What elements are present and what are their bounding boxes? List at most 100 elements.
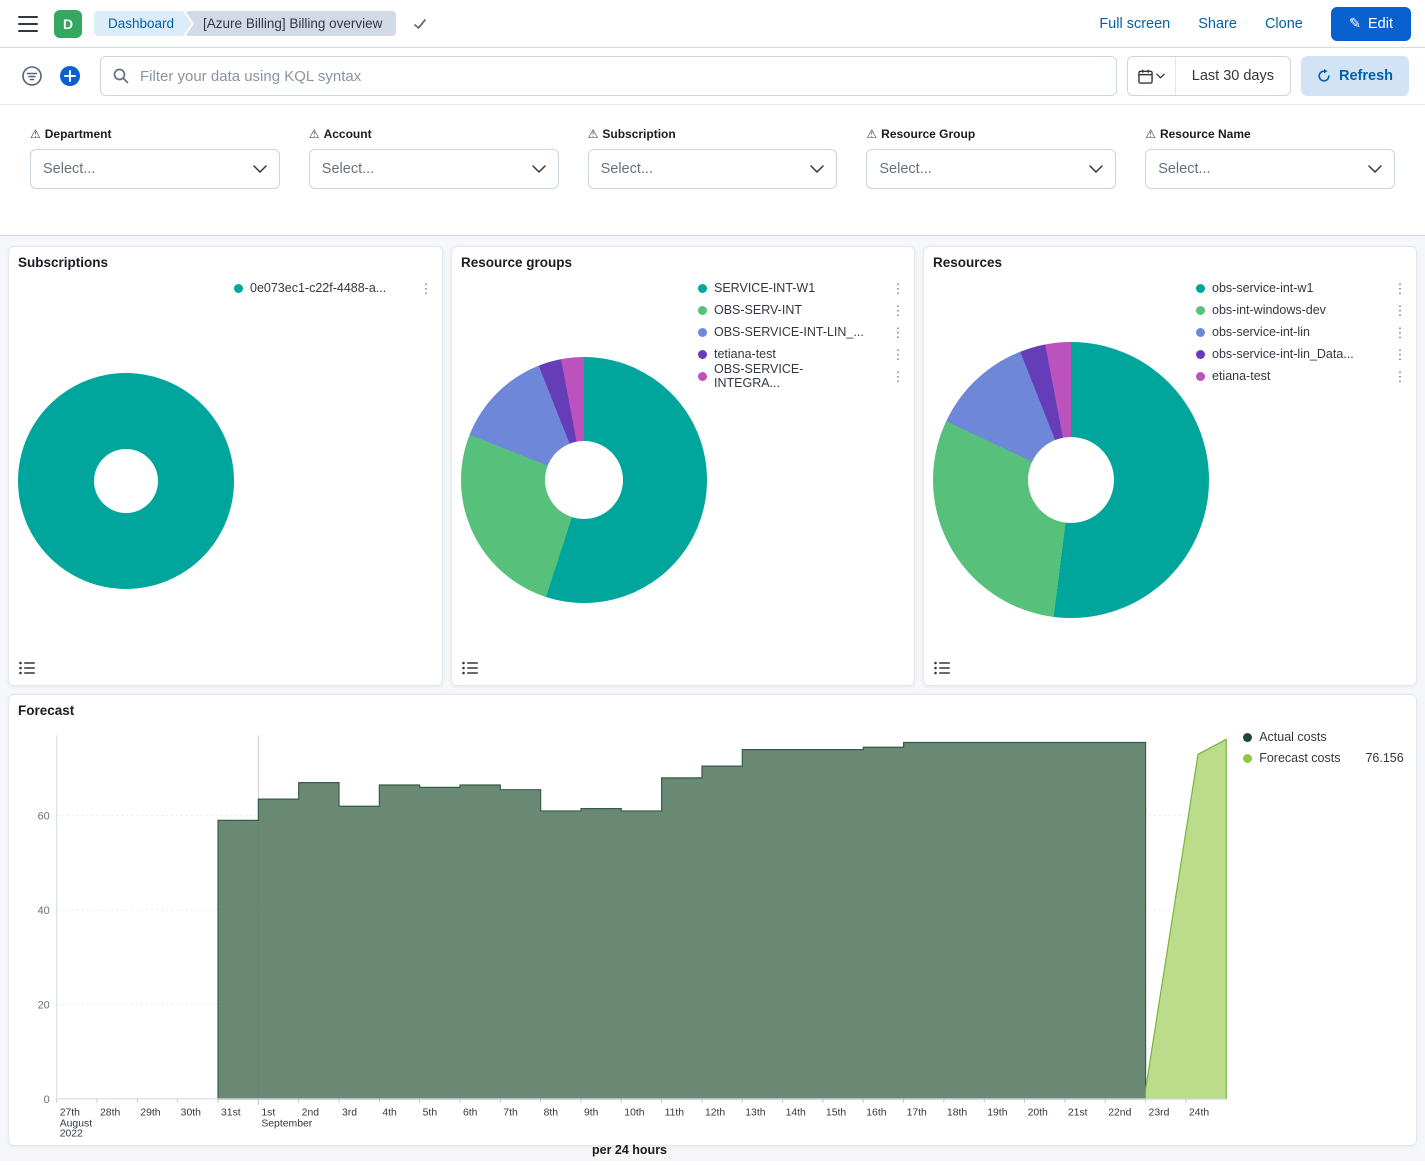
svg-text:29th: 29th xyxy=(140,1108,160,1119)
dashboard-filter-controls: ⚠ Department Select... ⚠ Account Select.… xyxy=(0,105,1425,236)
list-icon xyxy=(462,661,478,675)
filter-group-department: ⚠ Department Select... xyxy=(30,127,280,189)
legend-kebab-menu-icon[interactable]: ⋮ xyxy=(890,348,906,361)
header-actions: Full screen Share Clone ✎ Edit xyxy=(1099,7,1411,41)
svg-text:21st: 21st xyxy=(1068,1108,1088,1119)
donut-hole xyxy=(1028,437,1114,523)
legend-label[interactable]: obs-int-windows-dev xyxy=(1212,303,1340,317)
legend-kebab-menu-icon[interactable]: ⋮ xyxy=(890,304,906,317)
legend-kebab-menu-icon[interactable]: ⋮ xyxy=(1392,348,1408,361)
edit-button[interactable]: ✎ Edit xyxy=(1331,7,1411,41)
legend-label[interactable]: OBS-SERVICE-INTEGRA... xyxy=(714,362,883,390)
legend: SERVICE-INT-W1 ⋮ OBS-SERV-INT ⋮ OBS-SERV… xyxy=(698,277,906,387)
add-filter-button[interactable] xyxy=(54,60,86,92)
department-select[interactable]: Select... xyxy=(30,149,280,189)
legend-label[interactable]: Actual costs xyxy=(1259,730,1340,744)
legend-color-dot xyxy=(698,372,707,381)
saved-queries-button[interactable] xyxy=(16,60,48,92)
legend-color-dot xyxy=(1196,372,1205,381)
breadcrumb-dashboard[interactable]: Dashboard xyxy=(94,11,192,36)
legend-kebab-menu-icon[interactable]: ⋮ xyxy=(1392,370,1408,383)
svg-text:60: 60 xyxy=(38,811,50,823)
date-picker-calendar-button[interactable] xyxy=(1128,57,1176,95)
svg-text:18th: 18th xyxy=(947,1108,967,1119)
filter-label-text: Account xyxy=(324,127,372,141)
warning-icon: ⚠ xyxy=(309,127,320,141)
legend-item: OBS-SERVICE-INTEGRA... ⋮ xyxy=(698,365,906,387)
legend: 0e073ec1-c22f-4488-a... ⋮ xyxy=(234,277,434,299)
svg-text:15th: 15th xyxy=(826,1108,846,1119)
account-select[interactable]: Select... xyxy=(309,149,559,189)
donut-hole xyxy=(545,441,623,519)
legend-label[interactable]: obs-service-int-lin xyxy=(1212,325,1324,339)
resource-group-select[interactable]: Select... xyxy=(866,149,1116,189)
legend-label[interactable]: tetiana-test xyxy=(714,347,790,361)
menu-hamburger-icon[interactable] xyxy=(14,10,42,38)
refresh-button[interactable]: Refresh xyxy=(1301,56,1409,96)
legend-label[interactable]: obs-service-int-w1 xyxy=(1212,281,1327,295)
search-icon xyxy=(113,68,129,84)
filter-circle-icon xyxy=(21,65,43,87)
legend-label[interactable]: OBS-SERV-INT xyxy=(714,303,816,317)
legend-kebab-menu-icon[interactable]: ⋮ xyxy=(1392,304,1408,317)
svg-text:September: September xyxy=(261,1119,312,1130)
filter-label: ⚠ Department xyxy=(30,127,280,141)
svg-text:8th: 8th xyxy=(544,1108,559,1119)
filter-group-resource-group: ⚠ Resource Group Select... xyxy=(866,127,1116,189)
forecast-legend: Actual costs Forecast costs 76.156 xyxy=(1233,726,1408,1141)
resources-donut-chart[interactable] xyxy=(933,342,1209,618)
forecast-area-chart[interactable]: 020406027thAugust202228th29th30th31st1st… xyxy=(17,726,1233,1141)
filter-label: ⚠ Subscription xyxy=(588,127,838,141)
legend-color-dot xyxy=(234,284,243,293)
legend-label[interactable]: 0e073ec1-c22f-4488-a... xyxy=(250,281,400,295)
date-range-label[interactable]: Last 30 days xyxy=(1176,57,1290,95)
refresh-icon xyxy=(1317,69,1331,83)
breadcrumb-current-page[interactable]: [Azure Billing] Billing overview xyxy=(185,11,396,36)
svg-text:10th: 10th xyxy=(624,1108,644,1119)
space-avatar[interactable]: D xyxy=(54,10,82,38)
filter-label-text: Subscription xyxy=(602,127,675,141)
legend-item: etiana-test ⋮ xyxy=(1196,365,1408,387)
legend-kebab-menu-icon[interactable]: ⋮ xyxy=(890,326,906,339)
svg-text:19th: 19th xyxy=(987,1108,1007,1119)
donut-panels-row: Subscriptions 0e073ec1-c22f-4488-a... ⋮ … xyxy=(0,236,1425,686)
svg-text:5th: 5th xyxy=(423,1108,438,1119)
refresh-button-label: Refresh xyxy=(1339,68,1393,84)
legend-toggle-button[interactable] xyxy=(17,659,37,677)
subscriptions-donut-chart[interactable] xyxy=(18,373,234,589)
clone-button[interactable]: Clone xyxy=(1265,16,1303,32)
full-screen-button[interactable]: Full screen xyxy=(1099,16,1170,32)
svg-text:2022: 2022 xyxy=(60,1129,83,1140)
legend-label[interactable]: obs-service-int-lin_Data... xyxy=(1212,347,1368,361)
legend-label[interactable]: Forecast costs xyxy=(1259,751,1354,765)
subscription-select[interactable]: Select... xyxy=(588,149,838,189)
svg-text:0: 0 xyxy=(44,1094,50,1106)
donut-hole xyxy=(94,449,158,513)
legend-toggle-button[interactable] xyxy=(932,659,952,677)
chevron-down-icon xyxy=(253,165,267,173)
filter-label-text: Department xyxy=(45,127,112,141)
x-axis-title: per 24 hours xyxy=(17,1143,1242,1157)
legend-kebab-menu-icon[interactable]: ⋮ xyxy=(1392,282,1408,295)
share-button[interactable]: Share xyxy=(1198,16,1237,32)
chevron-down-icon xyxy=(1156,73,1165,79)
legend-item: obs-int-windows-dev ⋮ xyxy=(1196,299,1408,321)
legend-label[interactable]: SERVICE-INT-W1 xyxy=(714,281,829,295)
date-picker: Last 30 days xyxy=(1127,56,1291,96)
legend-toggle-button[interactable] xyxy=(460,659,480,677)
filter-label-text: Resource Name xyxy=(1160,127,1251,141)
panel-resource-groups: Resource groups SERVICE-INT-W1 ⋮ OBS-SER… xyxy=(451,246,915,686)
legend-label[interactable]: OBS-SERVICE-INT-LIN_... xyxy=(714,325,878,339)
resource-groups-donut-chart[interactable] xyxy=(461,357,707,603)
legend-kebab-menu-icon[interactable]: ⋮ xyxy=(890,370,906,383)
legend-kebab-menu-icon[interactable]: ⋮ xyxy=(418,282,434,295)
legend-label[interactable]: etiana-test xyxy=(1212,369,1284,383)
calendar-icon xyxy=(1138,69,1153,84)
legend-kebab-menu-icon[interactable]: ⋮ xyxy=(890,282,906,295)
legend-kebab-menu-icon[interactable]: ⋮ xyxy=(1392,326,1408,339)
filter-label: ⚠ Resource Name xyxy=(1145,127,1395,141)
resource-name-select[interactable]: Select... xyxy=(1145,149,1395,189)
kql-search-input[interactable] xyxy=(138,67,1104,86)
check-icon[interactable] xyxy=(412,16,428,32)
svg-text:13th: 13th xyxy=(745,1108,765,1119)
